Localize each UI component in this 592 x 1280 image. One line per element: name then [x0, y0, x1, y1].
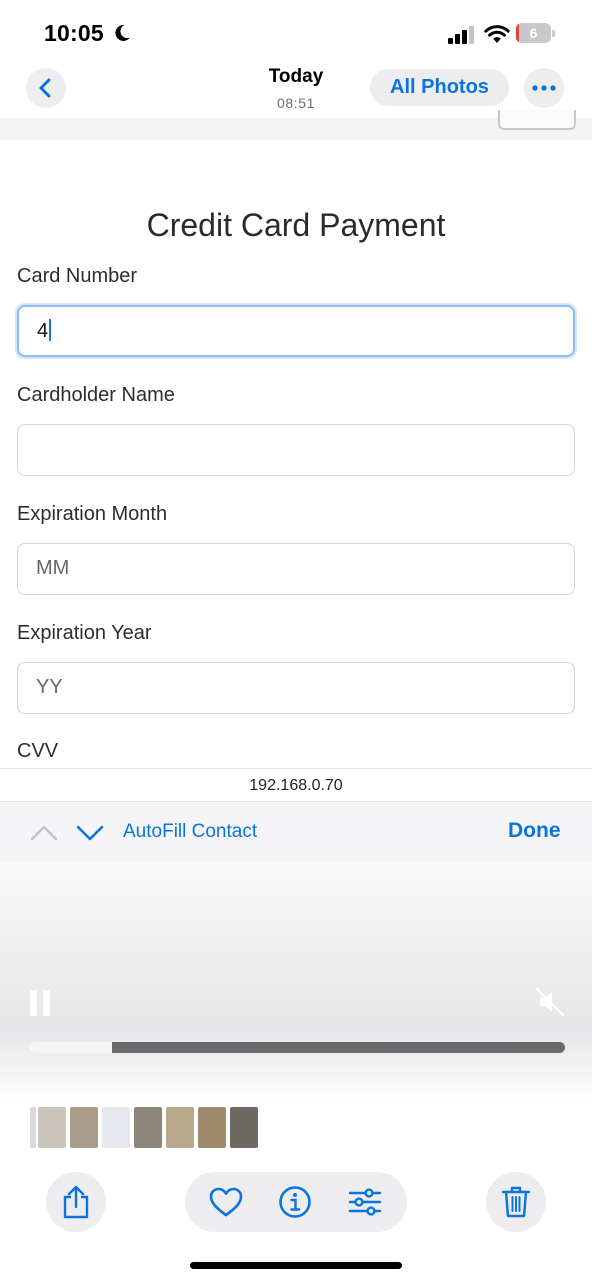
thumbnail[interactable] — [198, 1107, 226, 1148]
thumbnail[interactable] — [230, 1107, 258, 1148]
ellipsis-icon — [532, 85, 556, 91]
chevron-left-icon — [39, 78, 51, 98]
battery-level: 6 — [529, 25, 538, 41]
video-controls-backdrop — [0, 862, 592, 1102]
expiration-month-placeholder: MM — [36, 557, 70, 579]
chevron-up-icon[interactable] — [28, 821, 60, 845]
cardholder-name-input[interactable] — [17, 424, 575, 476]
trash-icon — [501, 1186, 531, 1218]
moon-icon — [115, 24, 130, 41]
speaker-muted-icon[interactable] — [534, 986, 566, 1018]
pause-icon[interactable] — [30, 990, 52, 1016]
heart-icon[interactable] — [208, 1184, 244, 1220]
partial-box — [498, 110, 576, 130]
done-button[interactable]: Done — [508, 819, 561, 843]
all-photos-button[interactable]: All Photos — [370, 69, 509, 106]
expiration-year-placeholder: YY — [36, 676, 63, 698]
back-button[interactable] — [26, 68, 66, 108]
card-number-label: Card Number — [17, 265, 138, 287]
wifi-icon — [484, 25, 510, 43]
expiration-year-input[interactable]: YY — [17, 662, 575, 714]
thumbnail[interactable] — [70, 1107, 98, 1148]
info-icon[interactable] — [277, 1184, 313, 1220]
form-title: Credit Card Payment — [146, 207, 446, 243]
nav-subtitle: 08:51 — [276, 95, 316, 111]
autofill-contact-button[interactable]: AutoFill Contact — [123, 821, 257, 843]
expiration-year-label: Expiration Year — [17, 622, 152, 644]
more-button[interactable] — [524, 68, 564, 108]
delete-button[interactable] — [486, 1172, 546, 1232]
thumbnail[interactable] — [38, 1107, 66, 1148]
home-indicator[interactable] — [190, 1262, 402, 1269]
nav-title: Today — [268, 66, 324, 87]
adjust-icon[interactable] — [347, 1184, 383, 1220]
card-number-value: 4 — [37, 320, 49, 342]
video-scrubber-played — [28, 1042, 112, 1053]
share-button[interactable] — [46, 1172, 106, 1232]
cvv-label: CVV — [17, 740, 59, 762]
signal-icon — [448, 26, 474, 44]
chevron-down-icon[interactable] — [74, 821, 106, 845]
thumbnail[interactable] — [166, 1107, 194, 1148]
text-caret — [49, 319, 52, 342]
url-bar[interactable]: 192.168.0.70 — [0, 768, 592, 802]
expiration-month-input[interactable]: MM — [17, 543, 575, 595]
thumbnail[interactable] — [102, 1107, 130, 1148]
thumbnail[interactable] — [134, 1107, 162, 1148]
expiration-month-label: Expiration Month — [17, 503, 168, 525]
thumbnail[interactable] — [30, 1107, 36, 1148]
cardholder-name-label: Cardholder Name — [17, 384, 175, 406]
share-icon — [63, 1185, 89, 1219]
card-number-input[interactable]: 4 — [17, 305, 575, 357]
status-time: 10:05 — [44, 20, 104, 46]
battery-icon: 6 — [516, 23, 556, 43]
